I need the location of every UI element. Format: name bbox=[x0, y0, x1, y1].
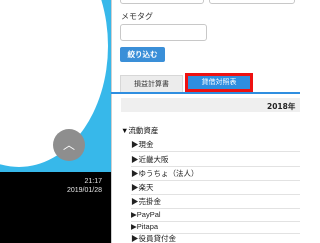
table-row[interactable]: ▶役員貸付金 bbox=[131, 233, 300, 243]
section-current-assets[interactable]: ▼流動資産 bbox=[121, 125, 158, 136]
row-divider bbox=[131, 194, 300, 195]
accounting-app: メモタグ 絞り込む 損益計算書 貸借対照表 2018年 ▼流動資産 ▶現金 ▶近… bbox=[111, 0, 300, 243]
window-edge bbox=[111, 0, 112, 243]
table-row[interactable]: ▶売掛金 bbox=[131, 196, 300, 208]
table-row[interactable]: ▶現金 bbox=[131, 139, 300, 151]
row-divider bbox=[131, 166, 300, 167]
filter-input-2[interactable] bbox=[209, 0, 295, 4]
table-row[interactable]: ▶Pitapa bbox=[131, 221, 300, 233]
chevron-up-icon: ︿ bbox=[62, 138, 75, 152]
table-row[interactable]: ▶近畿大阪 bbox=[131, 154, 300, 166]
table-row[interactable]: ▶ゆうちょ（法人） bbox=[131, 168, 300, 180]
tab-balance-sheet[interactable]: 貸借対照表 bbox=[185, 73, 253, 92]
tab-profit-loss[interactable]: 損益計算書 bbox=[120, 75, 183, 92]
row-divider bbox=[131, 151, 300, 152]
scroll-to-top-button[interactable]: ︿ bbox=[53, 129, 85, 161]
table-row[interactable]: ▶楽天 bbox=[131, 182, 300, 194]
memo-tag-input[interactable] bbox=[120, 24, 207, 41]
filter-button[interactable]: 絞り込む bbox=[120, 47, 165, 62]
filter-input-1[interactable] bbox=[120, 0, 204, 4]
taskbar-date: 2019/01/28 bbox=[66, 187, 102, 194]
tab-underline bbox=[111, 92, 300, 94]
memo-tag-label: メモタグ bbox=[121, 12, 153, 21]
row-divider bbox=[131, 180, 300, 181]
desktop-background: ︿ 21:17 2019/01/28 bbox=[0, 0, 111, 243]
year-header: 2018年 bbox=[267, 102, 296, 111]
report-tabs: 損益計算書 貸借対照表 bbox=[111, 73, 300, 93]
table-row[interactable]: ▶PayPal bbox=[131, 209, 300, 221]
